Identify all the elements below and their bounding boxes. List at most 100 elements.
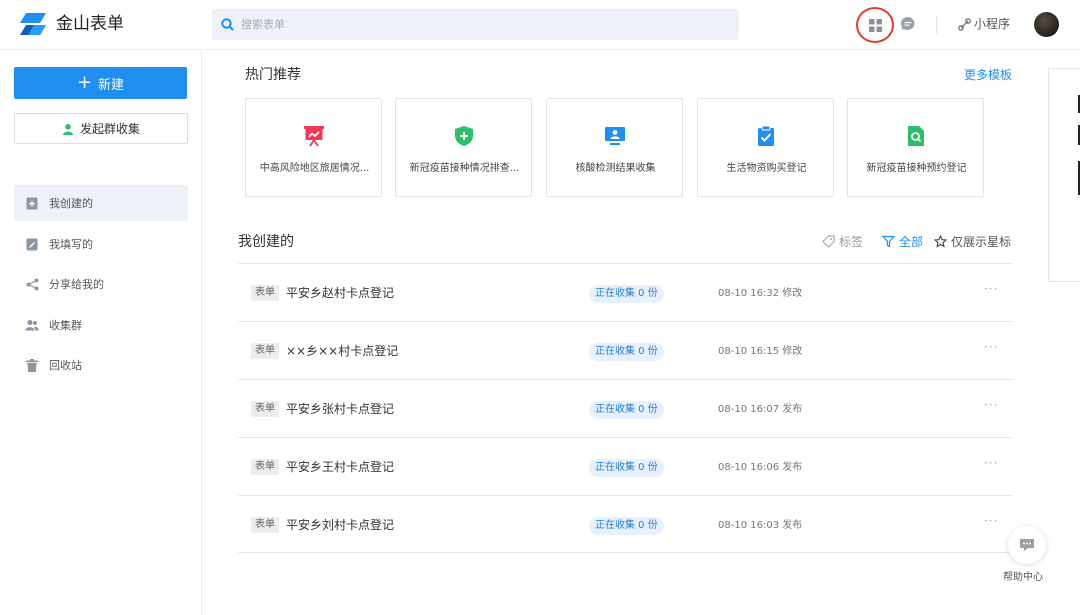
- table-row[interactable]: 表单 ××乡××村卡点登记 正在收集 0 份 08-10 16:15 修改 ··…: [238, 321, 1013, 379]
- mine-title: 我创建的: [238, 234, 294, 250]
- template-label: 中高风险地区旅居情况...: [259, 163, 370, 174]
- row-time: 08-10 16:32 修改: [718, 288, 803, 299]
- star-icon: [934, 235, 947, 248]
- link-icon: [958, 17, 971, 31]
- form-type-badge: 表单: [251, 343, 279, 359]
- form-type-badge: 表单: [251, 517, 279, 533]
- message-button[interactable]: [898, 14, 918, 34]
- app-grid-button[interactable]: [856, 7, 894, 43]
- search-icon: [221, 18, 234, 31]
- table-row[interactable]: 表单 平安乡王村卡点登记 正在收集 0 份 08-10 16:06 发布 ···: [238, 437, 1013, 495]
- doc-plus-icon: [25, 196, 39, 210]
- filter-icon: [882, 235, 895, 248]
- status-badge: 正在收集 0 份: [589, 401, 664, 419]
- sidebar-item-label: 收集群: [49, 319, 82, 332]
- template-label: 生活物资购买登记: [726, 163, 807, 174]
- new-button-label: 新建: [98, 77, 125, 93]
- sidebar-item-filled[interactable]: 我填写的: [14, 226, 188, 262]
- template-label: 核酸检测结果收集: [575, 163, 656, 174]
- status-badge: 正在收集 0 份: [589, 517, 664, 535]
- form-list: 表单 平安乡赵村卡点登记 正在收集 0 份 08-10 16:32 修改 ···…: [238, 263, 1013, 553]
- status-badge: 正在收集 0 份: [589, 343, 664, 361]
- table-row[interactable]: 表单 平安乡刘村卡点登记 正在收集 0 份 08-10 16:03 发布 ···: [238, 495, 1013, 553]
- row-time: 08-10 16:06 发布: [718, 462, 803, 473]
- sidebar-item-trash[interactable]: 回收站: [14, 347, 188, 383]
- form-name[interactable]: ××乡××村卡点登记: [286, 342, 398, 360]
- more-options-icon[interactable]: ···: [984, 340, 998, 354]
- sidebar-item-shared[interactable]: 分享给我的: [14, 266, 188, 302]
- template-card[interactable]: 新冠疫苗接种情况排查...: [395, 98, 532, 197]
- more-options-icon[interactable]: ···: [984, 514, 998, 528]
- help-center-button[interactable]: [1008, 526, 1046, 564]
- row-time: 08-10 16:15 修改: [718, 346, 803, 357]
- side-panel-partial[interactable]: [1048, 68, 1080, 282]
- group-collect-label: 发起群收集: [79, 122, 140, 136]
- doc-edit-icon: [25, 237, 39, 251]
- clipboard-check-icon: [758, 125, 774, 146]
- more-options-icon[interactable]: ···: [984, 456, 998, 470]
- template-card[interactable]: 生活物资购买登记: [697, 98, 834, 197]
- template-card[interactable]: 中高风险地区旅居情况...: [245, 98, 382, 197]
- app-logo-icon: [20, 13, 46, 35]
- top-bar: 金山表单 搜索表单 小程序: [0, 0, 1080, 50]
- filter-starred[interactable]: 仅展示星标: [934, 233, 1011, 250]
- presentation-icon: [304, 126, 324, 147]
- table-row[interactable]: 表单 平安乡张村卡点登记 正在收集 0 份 08-10 16:07 发布 ···: [238, 379, 1013, 437]
- more-templates-link[interactable]: 更多模板: [964, 66, 1012, 83]
- group-collect-button[interactable]: 发起群收集: [14, 113, 188, 144]
- more-options-icon[interactable]: ···: [984, 282, 998, 296]
- app-root: 金山表单 搜索表单 小程序 + 新建 发起群收集 我创建的 我填写的 分享给我的…: [0, 0, 1080, 615]
- sidebar: + 新建 发起群收集 我创建的 我填写的 分享给我的 收集群 回收站: [0, 51, 202, 615]
- filter-all[interactable]: 全部: [882, 233, 923, 250]
- row-time: 08-10 16:07 发布: [718, 404, 803, 415]
- template-card[interactable]: 新冠疫苗接种预约登记: [847, 98, 984, 197]
- search-input[interactable]: [241, 18, 721, 31]
- logo[interactable]: 金山表单: [20, 12, 124, 36]
- avatar[interactable]: [1034, 12, 1059, 37]
- template-label: 新冠疫苗接种预约登记: [866, 163, 967, 174]
- form-type-badge: 表单: [251, 285, 279, 301]
- filter-starred-label: 仅展示星标: [951, 235, 1012, 249]
- share-icon: [25, 277, 39, 291]
- monitor-user-icon: [605, 127, 625, 145]
- status-badge: 正在收集 0 份: [589, 459, 664, 477]
- header-divider: [936, 16, 937, 34]
- template-label: 新冠疫苗接种情况排查...: [409, 163, 520, 174]
- app-name: 金山表单: [56, 14, 124, 34]
- hot-title: 热门推荐: [245, 67, 301, 83]
- filter-tag-label: 标签: [839, 235, 864, 249]
- search-box[interactable]: [212, 9, 739, 40]
- form-name[interactable]: 平安乡张村卡点登记: [286, 400, 394, 418]
- sidebar-item-label: 回收站: [49, 359, 82, 372]
- mini-program-label: 小程序: [974, 17, 1011, 31]
- sidebar-item-created[interactable]: 我创建的: [14, 185, 188, 221]
- status-badge: 正在收集 0 份: [589, 285, 664, 303]
- plus-icon: +: [76, 72, 93, 93]
- help-center-label[interactable]: 帮助中心: [1003, 568, 1043, 583]
- sidebar-item-label: 分享给我的: [49, 278, 104, 291]
- filter-all-label: 全部: [899, 235, 924, 249]
- group-icon: [25, 318, 39, 332]
- sidebar-item-label: 我填写的: [49, 238, 93, 251]
- shield-plus-icon: [455, 126, 473, 146]
- form-type-badge: 表单: [251, 459, 279, 475]
- sidebar-item-groups[interactable]: 收集群: [14, 307, 188, 343]
- form-name[interactable]: 平安乡王村卡点登记: [286, 458, 394, 476]
- template-card[interactable]: 核酸检测结果收集: [546, 98, 683, 197]
- form-name[interactable]: 平安乡刘村卡点登记: [286, 516, 394, 534]
- row-time: 08-10 16:03 发布: [718, 520, 803, 531]
- form-type-badge: 表单: [251, 401, 279, 417]
- form-name[interactable]: 平安乡赵村卡点登记: [286, 284, 394, 302]
- chat-icon: [1020, 539, 1034, 551]
- grid-icon: [868, 18, 882, 32]
- more-options-icon[interactable]: ···: [984, 398, 998, 412]
- user-icon: [62, 123, 73, 135]
- trash-icon: [25, 358, 39, 372]
- new-button[interactable]: + 新建: [14, 67, 187, 99]
- tag-icon: [822, 235, 835, 248]
- filter-tag[interactable]: 标签: [822, 233, 863, 250]
- doc-search-icon: [908, 126, 924, 146]
- mini-program-link[interactable]: 小程序: [958, 14, 1010, 34]
- table-row[interactable]: 表单 平安乡赵村卡点登记 正在收集 0 份 08-10 16:32 修改 ···: [238, 263, 1013, 321]
- chat-icon: [900, 16, 915, 31]
